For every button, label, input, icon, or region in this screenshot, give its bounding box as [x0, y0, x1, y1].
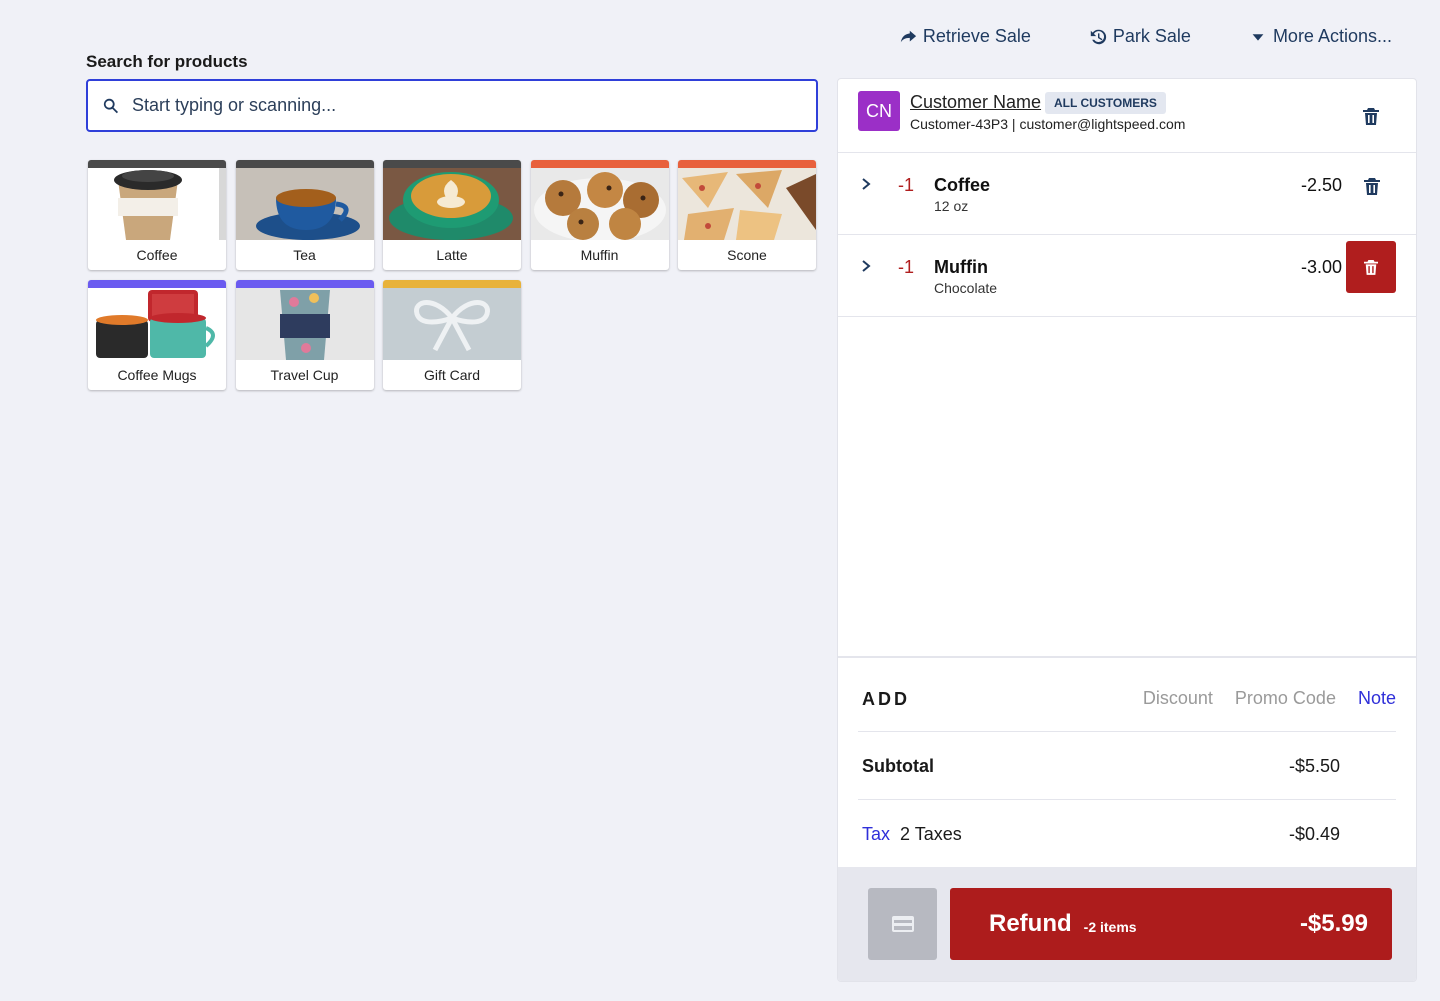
refund-amount: -$5.99	[1299, 910, 1368, 937]
product-label: Gift Card	[423, 367, 480, 383]
share-arrow-icon	[900, 30, 916, 42]
tea-image	[235, 168, 374, 240]
more-actions-button[interactable]: More Actions...	[1249, 26, 1392, 47]
product-grid: Coffee Tea Latte Muffin Scone Coffee Mug…	[88, 160, 816, 390]
retrieve-sale-label: Retrieve Sale	[922, 26, 1031, 46]
category-bar	[383, 160, 521, 168]
category-bar	[530, 160, 669, 168]
product-tile-gift-card[interactable]: Gift Card	[383, 280, 521, 390]
subtotal-value: -$5.50	[1288, 756, 1340, 776]
category-bar	[383, 280, 521, 288]
subtotal-label: Subtotal	[862, 756, 934, 776]
tax-label-group: Tax 2 Taxes	[862, 824, 962, 845]
tax-link[interactable]: Tax	[862, 824, 890, 844]
trash-icon	[1364, 260, 1378, 275]
refund-label: Refund	[989, 910, 1072, 937]
pay-bar: Refund -2 items -$5.99	[838, 867, 1416, 981]
promo-code-link[interactable]: Promo Code	[1235, 688, 1336, 709]
search-box[interactable]	[86, 79, 818, 132]
line-qty[interactable]: -1	[898, 175, 914, 196]
discount-link[interactable]: Discount	[1143, 688, 1213, 709]
cart-panel: CN Customer Name ALL CUSTOMERS Customer-…	[837, 78, 1417, 982]
product-tile-travel-cup[interactable]: Travel Cup	[235, 280, 374, 390]
category-bar	[88, 280, 226, 288]
search-label: Search for products	[86, 52, 248, 71]
product-label: Travel Cup	[270, 367, 339, 383]
line-qty[interactable]: -1	[898, 257, 914, 278]
avatar[interactable]: CN	[858, 91, 900, 131]
chevron-right-icon[interactable]	[860, 259, 872, 273]
subtotal-row: Subtotal -$5.50	[858, 732, 1396, 800]
customer-name-link[interactable]: Customer Name	[910, 92, 1041, 113]
coffee-mugs-image	[88, 288, 226, 360]
product-label: Scone	[727, 247, 767, 263]
category-bar	[235, 280, 374, 288]
product-tile-coffee-mugs[interactable]: Coffee Mugs	[88, 280, 226, 390]
line-price: -3.00	[1300, 257, 1342, 277]
tax-row: Tax 2 Taxes -$0.49	[858, 800, 1396, 868]
category-bar	[88, 160, 226, 168]
park-sale-label: Park Sale	[1112, 26, 1191, 46]
delete-line-button[interactable]	[1346, 241, 1396, 293]
product-label: Muffin	[580, 247, 619, 263]
chevron-right-icon[interactable]	[860, 177, 872, 191]
customer-row: CN Customer Name ALL CUSTOMERS Customer-…	[838, 79, 1416, 153]
customer-meta: Customer-43P3 | customer@lightspeed.com	[910, 116, 1186, 132]
line-price: -2.50	[1300, 175, 1342, 195]
line-name: Muffin	[934, 257, 988, 277]
retrieve-sale-button[interactable]: Retrieve Sale	[899, 26, 1031, 47]
travel-cup-image	[235, 288, 374, 360]
trash-icon	[1364, 178, 1380, 195]
top-actions: Retrieve Sale Park Sale More Actions...	[899, 26, 1392, 47]
latte-image	[383, 168, 521, 240]
category-bar	[235, 160, 374, 168]
product-label: Coffee	[136, 247, 178, 263]
search-icon	[103, 98, 119, 113]
caret-down-icon	[1252, 33, 1264, 41]
muffin-image	[530, 168, 669, 240]
add-row: ADD Discount Promo Code Note	[858, 658, 1396, 732]
line-variant: Chocolate	[934, 280, 998, 296]
card-payment-button[interactable]	[868, 888, 937, 960]
refund-items-count: -2 items	[1083, 919, 1137, 935]
delete-line-button[interactable]	[1364, 177, 1380, 200]
search-input[interactable]	[132, 95, 782, 116]
coffee-image	[88, 168, 226, 240]
park-sale-button[interactable]: Park Sale	[1089, 26, 1191, 47]
gift-bow-icon	[383, 288, 521, 360]
add-title: ADD	[862, 689, 910, 709]
refund-button[interactable]: Refund -2 items -$5.99	[950, 888, 1392, 960]
line-name: Coffee	[934, 175, 991, 195]
category-bar	[678, 160, 816, 168]
product-label: Coffee Mugs	[117, 367, 197, 383]
product-tile-scone[interactable]: Scone	[678, 160, 816, 270]
product-tile-latte[interactable]: Latte	[383, 160, 521, 270]
more-actions-label: More Actions...	[1272, 26, 1392, 46]
history-icon	[1090, 29, 1107, 44]
product-tile-coffee[interactable]: Coffee	[88, 160, 226, 270]
credit-card-icon	[891, 916, 914, 932]
note-link[interactable]: Note	[1358, 688, 1396, 709]
scone-image	[678, 168, 816, 240]
product-tile-muffin[interactable]: Muffin	[530, 160, 669, 270]
line-variant: 12 oz	[934, 198, 969, 214]
product-tile-tea[interactable]: Tea	[235, 160, 374, 270]
line-item[interactable]: -1 Coffee 12 oz -2.50	[838, 153, 1416, 235]
product-label: Latte	[436, 247, 468, 263]
line-item[interactable]: -1 Muffin Chocolate -3.00	[838, 235, 1416, 317]
add-links: Discount Promo Code Note	[1143, 688, 1396, 709]
customer-group-badge: ALL CUSTOMERS	[1045, 92, 1166, 114]
totals-section: ADD Discount Promo Code Note Subtotal -$…	[838, 656, 1416, 868]
tax-detail: 2 Taxes	[900, 824, 962, 844]
product-label: Tea	[293, 247, 316, 263]
tax-value: -$0.49	[1288, 824, 1340, 844]
remove-customer-trash-icon[interactable]	[1363, 107, 1379, 125]
